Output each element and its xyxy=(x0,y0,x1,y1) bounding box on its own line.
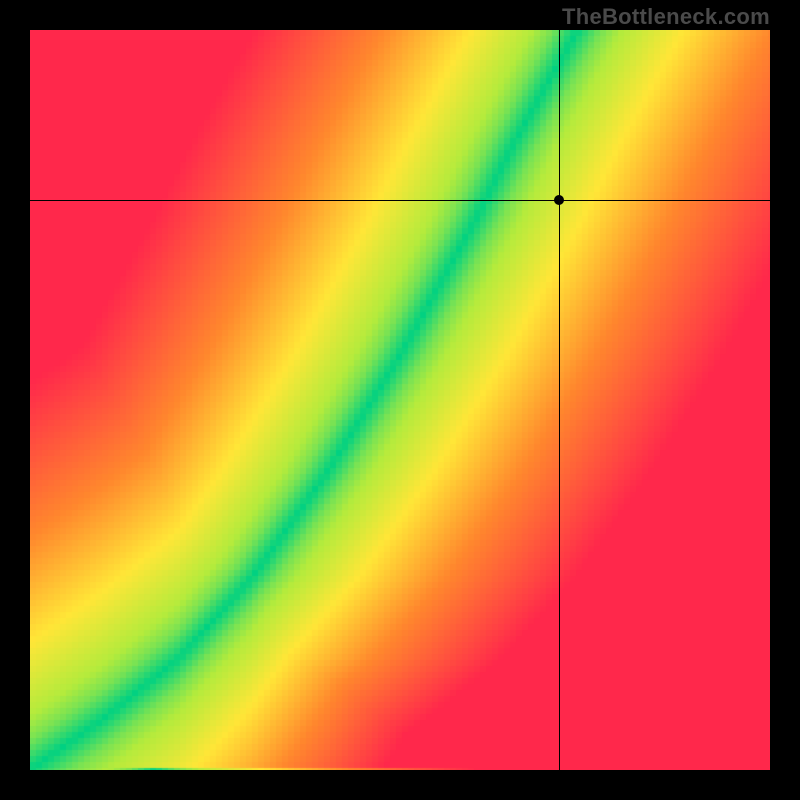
watermark-text: TheBottleneck.com xyxy=(562,4,770,30)
crosshair-horizontal xyxy=(30,200,770,201)
selection-marker xyxy=(554,195,564,205)
crosshair-vertical xyxy=(559,30,560,770)
bottleneck-heatmap xyxy=(30,30,770,770)
